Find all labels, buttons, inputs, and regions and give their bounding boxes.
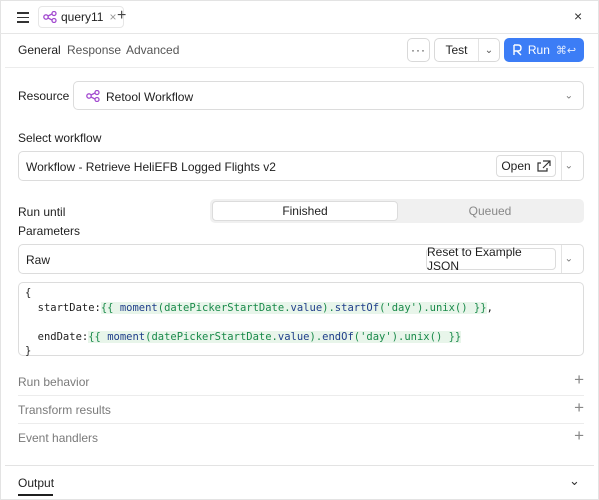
add-tab-icon[interactable]: + — [117, 7, 126, 25]
select-workflow-label: Select workflow — [18, 131, 102, 145]
menu-icon[interactable] — [17, 12, 29, 23]
section-transform-results[interactable]: Transform results + — [18, 396, 584, 424]
divider — [5, 465, 594, 466]
reset-example-json-label: Reset to Example JSON — [427, 245, 522, 273]
resource-select[interactable]: Retool Workflow ⌄ — [73, 81, 584, 110]
reset-example-json-button[interactable]: Reset to Example JSON — [426, 245, 556, 273]
test-button-label: Test — [435, 39, 479, 61]
code-line: } — [25, 345, 32, 357]
option-finished[interactable]: Finished — [212, 201, 398, 221]
chevron-down-icon[interactable]: ⌄ — [565, 161, 573, 172]
chevron-down-icon[interactable]: ⌄ — [569, 473, 580, 489]
tab-general[interactable]: General — [18, 43, 61, 57]
code-line: { — [25, 287, 32, 299]
section-title: Run behavior — [18, 375, 90, 389]
output-tab[interactable]: Output — [18, 476, 54, 490]
resource-value: Retool Workflow — [106, 90, 194, 104]
code-line-end-date: endDate:{{ moment(datePickerStartDate.va… — [25, 330, 462, 343]
section-run-behavior[interactable]: Run behavior + — [18, 368, 584, 396]
parameters-mode-select[interactable]: Raw Reset to Example JSON ⌄ — [18, 244, 584, 274]
run-until-toggle: Finished Queued — [210, 199, 584, 223]
plus-icon[interactable]: + — [574, 370, 584, 390]
more-options-button[interactable]: ··· — [407, 38, 430, 62]
parameters-mode-value: Raw — [26, 253, 51, 267]
chevron-down-icon[interactable]: ⌄ — [565, 254, 573, 265]
parameters-label: Parameters — [18, 224, 81, 238]
run-until-label: Run until — [18, 205, 66, 219]
close-tab-icon[interactable]: × — [109, 10, 116, 24]
run-icon — [513, 44, 522, 56]
section-title: Transform results — [18, 403, 111, 417]
chevron-down-icon[interactable]: ⌄ — [479, 45, 499, 56]
workflow-value: Workflow - Retrieve HeliEFB Logged Fligh… — [26, 160, 276, 174]
code-line-start-date: startDate:{{ moment(datePickerStartDate.… — [25, 301, 493, 314]
query-tab-bar: query11 × + × — [0, 0, 599, 34]
plus-icon[interactable]: + — [574, 426, 584, 446]
divider — [5, 67, 594, 68]
workflow-select[interactable]: Workflow - Retrieve HeliEFB Logged Fligh… — [18, 151, 584, 181]
divider — [561, 152, 562, 180]
parameters-code-editor[interactable]: { startDate:{{ moment(datePickerStartDat… — [18, 282, 584, 357]
query-tab[interactable]: query11 × — [38, 6, 124, 28]
workflow-icon — [43, 11, 57, 23]
open-workflow-button[interactable]: Open — [496, 155, 556, 177]
run-button-label: Run — [527, 43, 550, 57]
section-title: Event handlers — [18, 431, 99, 445]
run-button[interactable]: Run ⌘↩ — [504, 38, 584, 62]
workflow-icon — [86, 90, 100, 102]
query-tab-label: query11 — [61, 10, 104, 24]
tab-advanced[interactable]: Advanced — [126, 43, 179, 57]
divider — [561, 245, 562, 273]
plus-icon[interactable]: + — [574, 398, 584, 418]
resource-label: Resource — [18, 89, 70, 103]
section-event-handlers[interactable]: Event handlers + — [18, 424, 584, 452]
test-button[interactable]: Test ⌄ — [434, 38, 500, 62]
active-tab-indicator — [18, 494, 53, 496]
run-shortcut: ⌘↩ — [555, 44, 577, 57]
open-workflow-label: Open — [501, 159, 531, 173]
external-link-icon — [537, 160, 551, 172]
tab-response[interactable]: Response — [67, 43, 121, 57]
option-queued[interactable]: Queued — [398, 201, 582, 221]
close-panel-icon[interactable]: × — [574, 8, 582, 24]
chevron-down-icon: ⌄ — [564, 90, 573, 101]
